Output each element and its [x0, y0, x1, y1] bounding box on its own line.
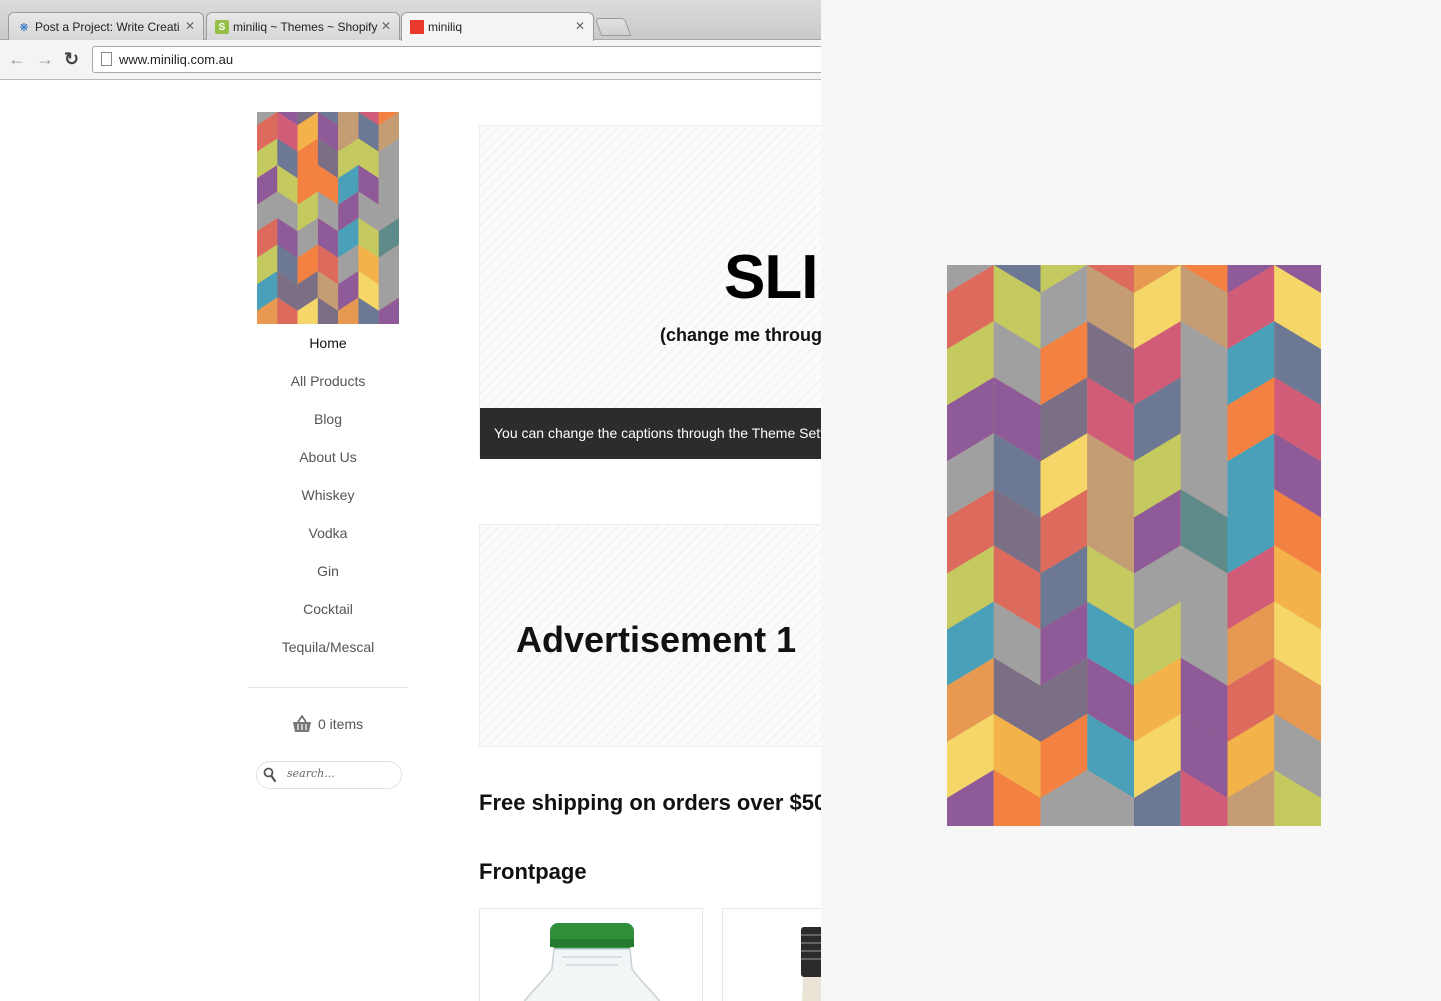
tab-title: Post a Project: Write Creati — [35, 20, 180, 34]
cart-count: 0 items — [318, 716, 364, 732]
tab-post-project[interactable]: ❋ Post a Project: Write Creati ✕ — [8, 12, 204, 41]
close-icon[interactable]: ✕ — [185, 19, 195, 33]
nav-item-tequila-mescal[interactable]: Tequila/Mescal — [248, 638, 408, 676]
sidebar-nav: Home All Products Blog About Us Whiskey … — [248, 334, 408, 676]
product-card[interactable] — [479, 908, 703, 1001]
nav-item-gin[interactable]: Gin — [248, 562, 408, 600]
advertisement-1[interactable]: Advertisement 1 — [479, 524, 821, 747]
basket-icon — [293, 715, 311, 732]
freelancer-icon: ❋ — [19, 21, 29, 34]
close-icon[interactable]: ✕ — [575, 19, 585, 33]
new-tab-button[interactable] — [594, 18, 632, 36]
tab-strip: ❋ Post a Project: Write Creati ✕ S minil… — [0, 0, 821, 41]
nav-item-vodka[interactable]: Vodka — [248, 524, 408, 562]
bottle-dark-cap-image — [801, 927, 821, 1001]
bottle-green-cap-image — [523, 923, 661, 1001]
address-bar[interactable]: www.miniliq.com.au — [92, 46, 821, 73]
search-box — [256, 761, 402, 789]
slide-subtitle: (change me through the Theme Settings) — [660, 325, 821, 345]
forward-arrow-icon[interactable]: → — [36, 49, 54, 70]
nav-item-home[interactable]: Home — [248, 334, 408, 372]
shopify-icon: S — [215, 20, 229, 34]
chevron-pattern-image — [947, 265, 1321, 826]
browser-toolbar: ← → ↻ www.miniliq.com.au — [0, 40, 821, 80]
product-card[interactable] — [722, 908, 821, 1001]
web-page: Home All Products Blog About Us Whiskey … — [0, 80, 821, 1001]
search-input[interactable] — [287, 767, 397, 780]
store-logo-pattern[interactable] — [257, 112, 399, 324]
sidebar-divider — [248, 687, 408, 688]
shipping-banner: Free shipping on orders over $50 — [479, 790, 821, 815]
slide-title: SLIDE — [724, 243, 821, 312]
tab-title: miniliq ~ Themes ~ Shopify — [233, 20, 378, 34]
reload-icon[interactable]: ↻ — [64, 49, 79, 70]
chevron-tiles — [947, 265, 1321, 826]
red-square-icon — [410, 20, 424, 34]
tab-miniliq[interactable]: miniliq ✕ — [401, 12, 594, 41]
search-icon — [263, 767, 277, 783]
tab-shopify-themes[interactable]: S miniliq ~ Themes ~ Shopify ✕ — [206, 12, 400, 41]
nav-item-whiskey[interactable]: Whiskey — [248, 486, 408, 524]
tab-title: miniliq — [428, 20, 463, 34]
nav-item-all-products[interactable]: All Products — [248, 372, 408, 410]
close-icon[interactable]: ✕ — [381, 19, 391, 33]
slide-caption: You can change the captions through the … — [480, 408, 821, 459]
browser-window: ❋ Post a Project: Write Creati ✕ S minil… — [0, 0, 821, 1001]
back-arrow-icon[interactable]: ← — [8, 49, 26, 70]
nav-item-cocktail[interactable]: Cocktail — [248, 600, 408, 638]
cart-link[interactable]: 0 items — [292, 713, 363, 735]
hero-slider[interactable]: SLIDE (change me through the Theme Setti… — [479, 125, 821, 459]
chevron-tiles — [257, 112, 399, 324]
advertisement-label: Advertisement 1 — [516, 619, 797, 660]
page-icon — [101, 52, 112, 66]
nav-item-blog[interactable]: Blog — [248, 410, 408, 448]
url-text: www.miniliq.com.au — [119, 52, 234, 67]
section-title-frontpage: Frontpage — [479, 859, 587, 884]
nav-item-about-us[interactable]: About Us — [248, 448, 408, 486]
